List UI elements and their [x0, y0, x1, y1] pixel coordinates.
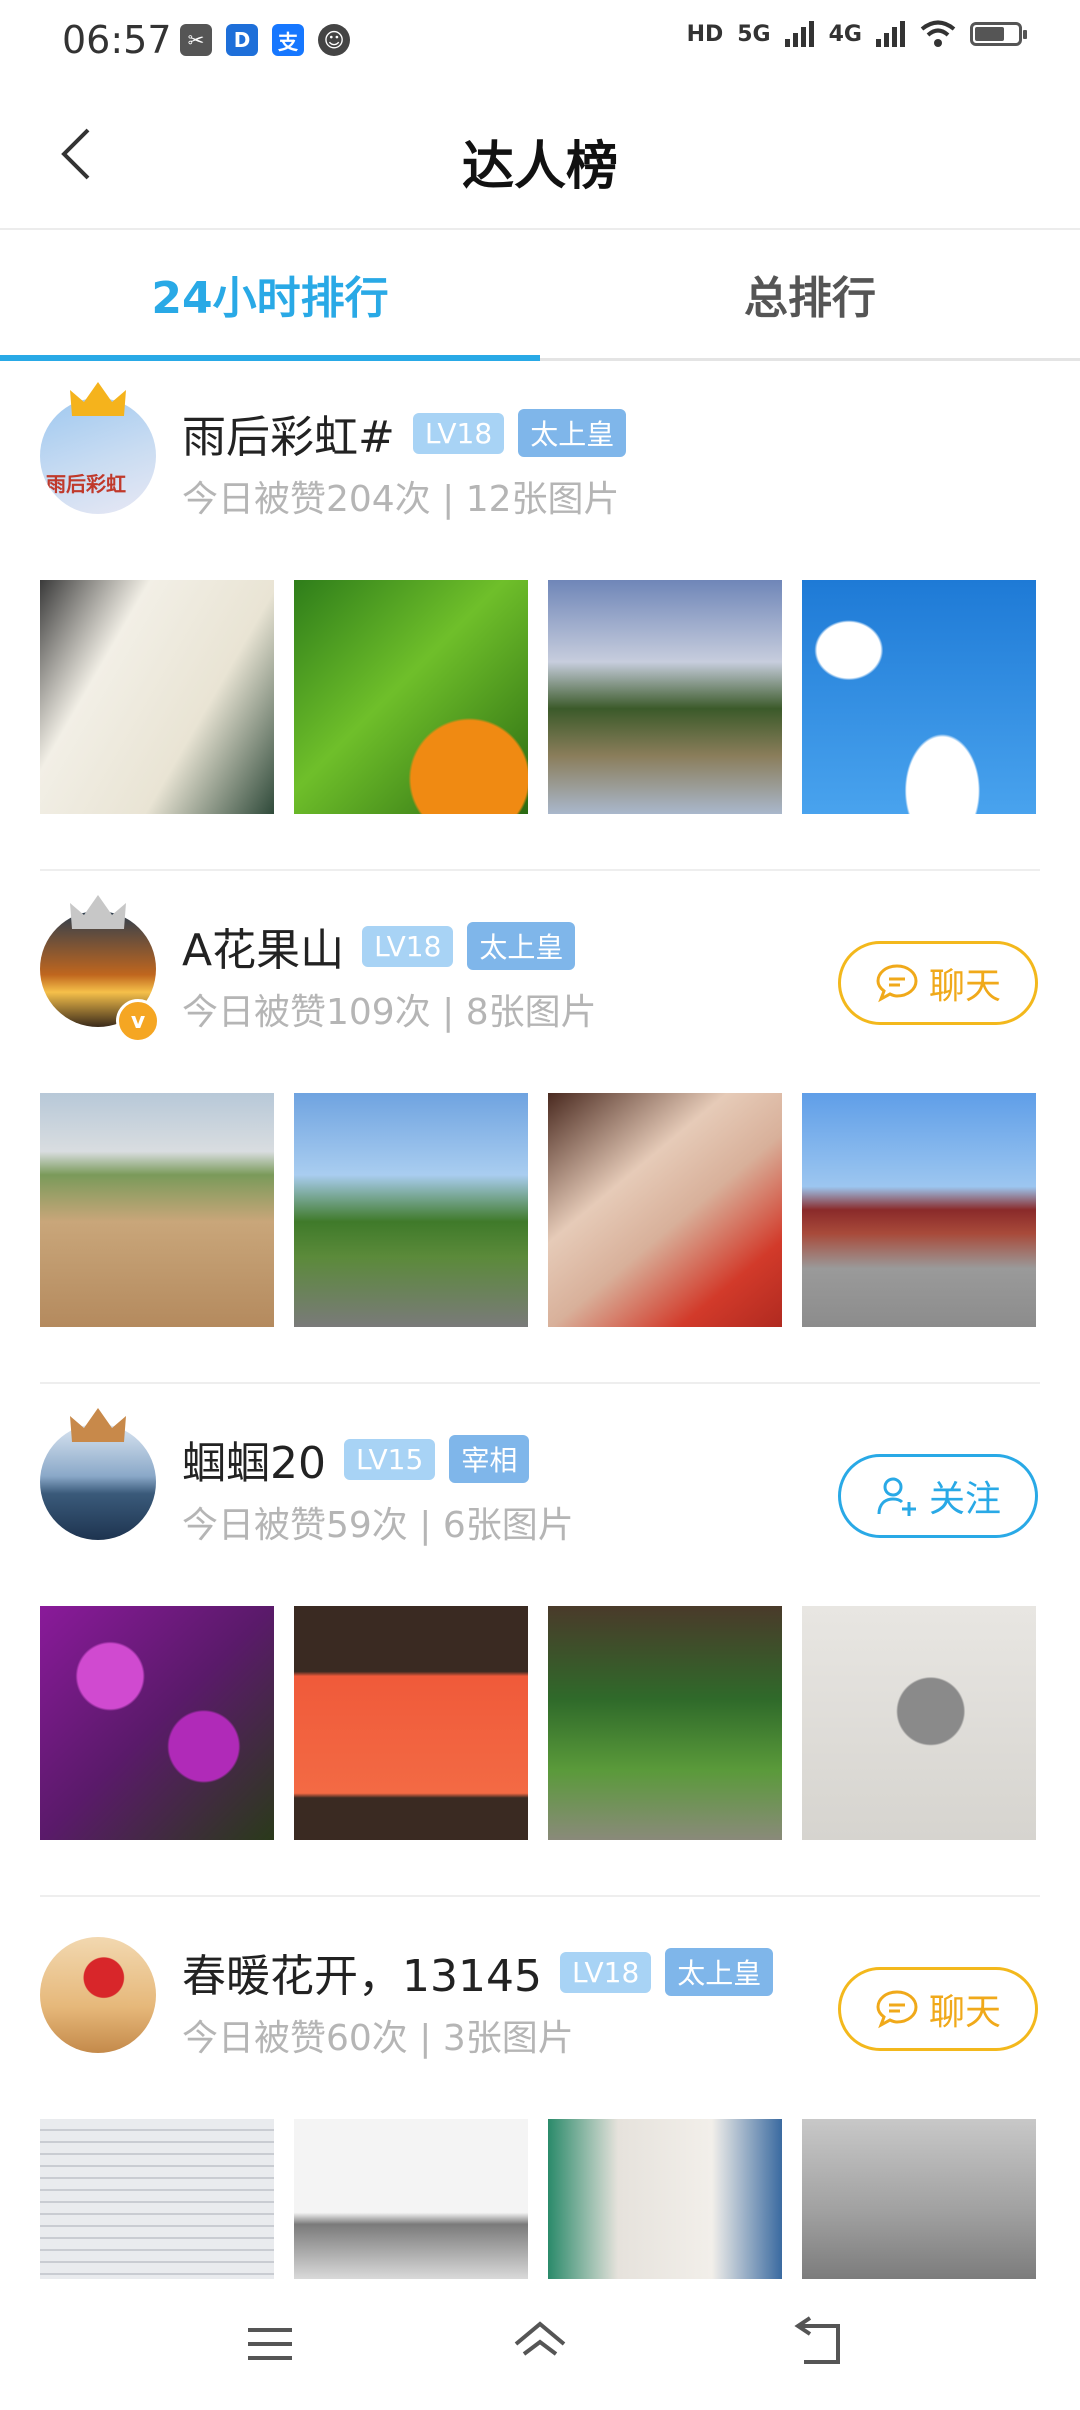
- photo-row: [40, 2119, 1036, 2279]
- user-name[interactable]: 雨后彩虹#: [182, 401, 395, 465]
- alipay-icon: 支: [272, 24, 304, 56]
- scissors-icon: ✂: [180, 24, 212, 56]
- user-stats: 今日被赞204次 | 12张图片: [182, 479, 620, 520]
- title-badge: 太上皇: [467, 922, 576, 970]
- wifi-icon: [920, 20, 956, 47]
- status-time: 06:57: [62, 18, 172, 62]
- silver-crown-icon: [70, 895, 126, 929]
- user-name[interactable]: A花果山: [182, 914, 344, 978]
- user-info-row: 蝈蝈20 LV15 宰相: [182, 1424, 530, 1494]
- tab-24h-ranking[interactable]: 24小时排行: [0, 230, 540, 358]
- add-user-icon: [877, 1477, 916, 1516]
- photo-rose-sketch[interactable]: [802, 1606, 1036, 1840]
- system-nav-bar: [0, 2280, 1080, 2408]
- signal-icon-2: [876, 21, 905, 47]
- photo-row: [40, 1606, 1036, 1840]
- menu-icon[interactable]: [240, 2314, 300, 2374]
- title-badge: 宰相: [449, 1435, 530, 1483]
- chat-bubble-icon: [876, 964, 918, 1003]
- user-info-row: A花果山 LV18 太上皇: [182, 911, 576, 981]
- home-icon[interactable]: [510, 2314, 570, 2374]
- photo-potted-plants[interactable]: [548, 1606, 782, 1840]
- avatar[interactable]: [40, 1937, 156, 2053]
- level-badge: LV18: [412, 412, 505, 454]
- avatar-text: 雨后彩虹: [46, 472, 126, 496]
- ranking-item[interactable]: v A花果山 LV18 太上皇 今日被赞109次 | 8张图片 聊天: [0, 871, 1080, 1384]
- gold-crown-icon: [70, 382, 126, 416]
- photo-bicycle-street[interactable]: [802, 2119, 1036, 2279]
- tab-bar: 24小时排行 总排行: [0, 230, 1080, 361]
- user-info-row: 雨后彩虹# LV18 太上皇: [182, 398, 627, 468]
- header: 达人榜: [0, 84, 1080, 230]
- user-info-row: 春暖花开，13145 LV18 太上皇: [182, 1937, 774, 2007]
- photo-orange-leaf[interactable]: [294, 580, 528, 814]
- follow-button[interactable]: 关注: [838, 1454, 1038, 1538]
- photo-blue-sky[interactable]: [802, 580, 1036, 814]
- photo-product-package[interactable]: [294, 2119, 528, 2279]
- level-badge: LV18: [559, 1951, 652, 1993]
- cat-icon: ☺: [318, 24, 350, 56]
- user-stats: 今日被赞60次 | 3张图片: [182, 2018, 574, 2059]
- back-nav-icon[interactable]: [790, 2314, 850, 2374]
- level-badge: LV15: [344, 1438, 436, 1480]
- verified-badge: v: [116, 999, 160, 1043]
- title-badge: 太上皇: [518, 409, 627, 457]
- chat-button-label: 聊天: [928, 966, 1001, 1007]
- status-indicators: HD 5G 4G: [686, 20, 1027, 48]
- hd-label: HD: [686, 21, 724, 47]
- ranking-list: 雨后彩虹 雨后彩虹# LV18 太上皇 今日被赞204次 | 12张图片 v A…: [0, 358, 1080, 2410]
- title-badge: 太上皇: [665, 1948, 774, 1996]
- user-stats: 今日被赞59次 | 6张图片: [182, 1505, 574, 1546]
- photo-document[interactable]: [40, 2119, 274, 2279]
- tab-total-ranking[interactable]: 总排行: [540, 230, 1080, 358]
- chat-bubble-icon: [876, 1990, 918, 2029]
- battery-icon: [970, 22, 1027, 46]
- photo-road-trees[interactable]: [294, 1093, 528, 1327]
- bronze-crown-icon: [70, 1408, 126, 1442]
- dingtalk-icon: D: [226, 24, 258, 56]
- signal-icon: [784, 21, 814, 47]
- user-name[interactable]: 蝈蝈20: [182, 1427, 326, 1491]
- chat-button[interactable]: 聊天: [838, 941, 1038, 1025]
- photo-rainbow-lake[interactable]: [548, 580, 782, 814]
- photo-reward-popup[interactable]: [294, 1606, 528, 1840]
- ranking-item[interactable]: 蝈蝈20 LV15 宰相 今日被赞59次 | 6张图片 关注: [0, 1384, 1080, 1897]
- chat-button-label: 聊天: [928, 1992, 1001, 2033]
- page-title: 达人榜: [461, 137, 618, 197]
- ranking-item[interactable]: 雨后彩虹 雨后彩虹# LV18 太上皇 今日被赞204次 | 12张图片: [0, 358, 1080, 871]
- user-stats: 今日被赞109次 | 8张图片: [182, 992, 597, 1033]
- 4g-label: 4G: [828, 21, 862, 47]
- 5g-label: 5G: [737, 21, 771, 47]
- photo-row: [40, 1093, 1036, 1327]
- photo-book[interactable]: [40, 580, 274, 814]
- photo-farm-statues[interactable]: [40, 1093, 274, 1327]
- photo-row: [40, 580, 1036, 814]
- photo-orchids[interactable]: [40, 1606, 274, 1840]
- photo-sleeping-baby[interactable]: [548, 1093, 782, 1327]
- photo-archway[interactable]: [802, 1093, 1036, 1327]
- follow-button-label: 关注: [928, 1479, 1001, 1520]
- user-name[interactable]: 春暖花开，13145: [182, 1940, 542, 2004]
- chat-button[interactable]: 聊天: [838, 1967, 1038, 2051]
- photo-lottery-ticket[interactable]: [548, 2119, 782, 2279]
- status-bar: 06:57 ✂ D 支 ☺ HD 5G 4G: [0, 0, 1080, 84]
- notification-icons: ✂ D 支 ☺: [180, 24, 350, 56]
- level-badge: LV18: [362, 925, 454, 967]
